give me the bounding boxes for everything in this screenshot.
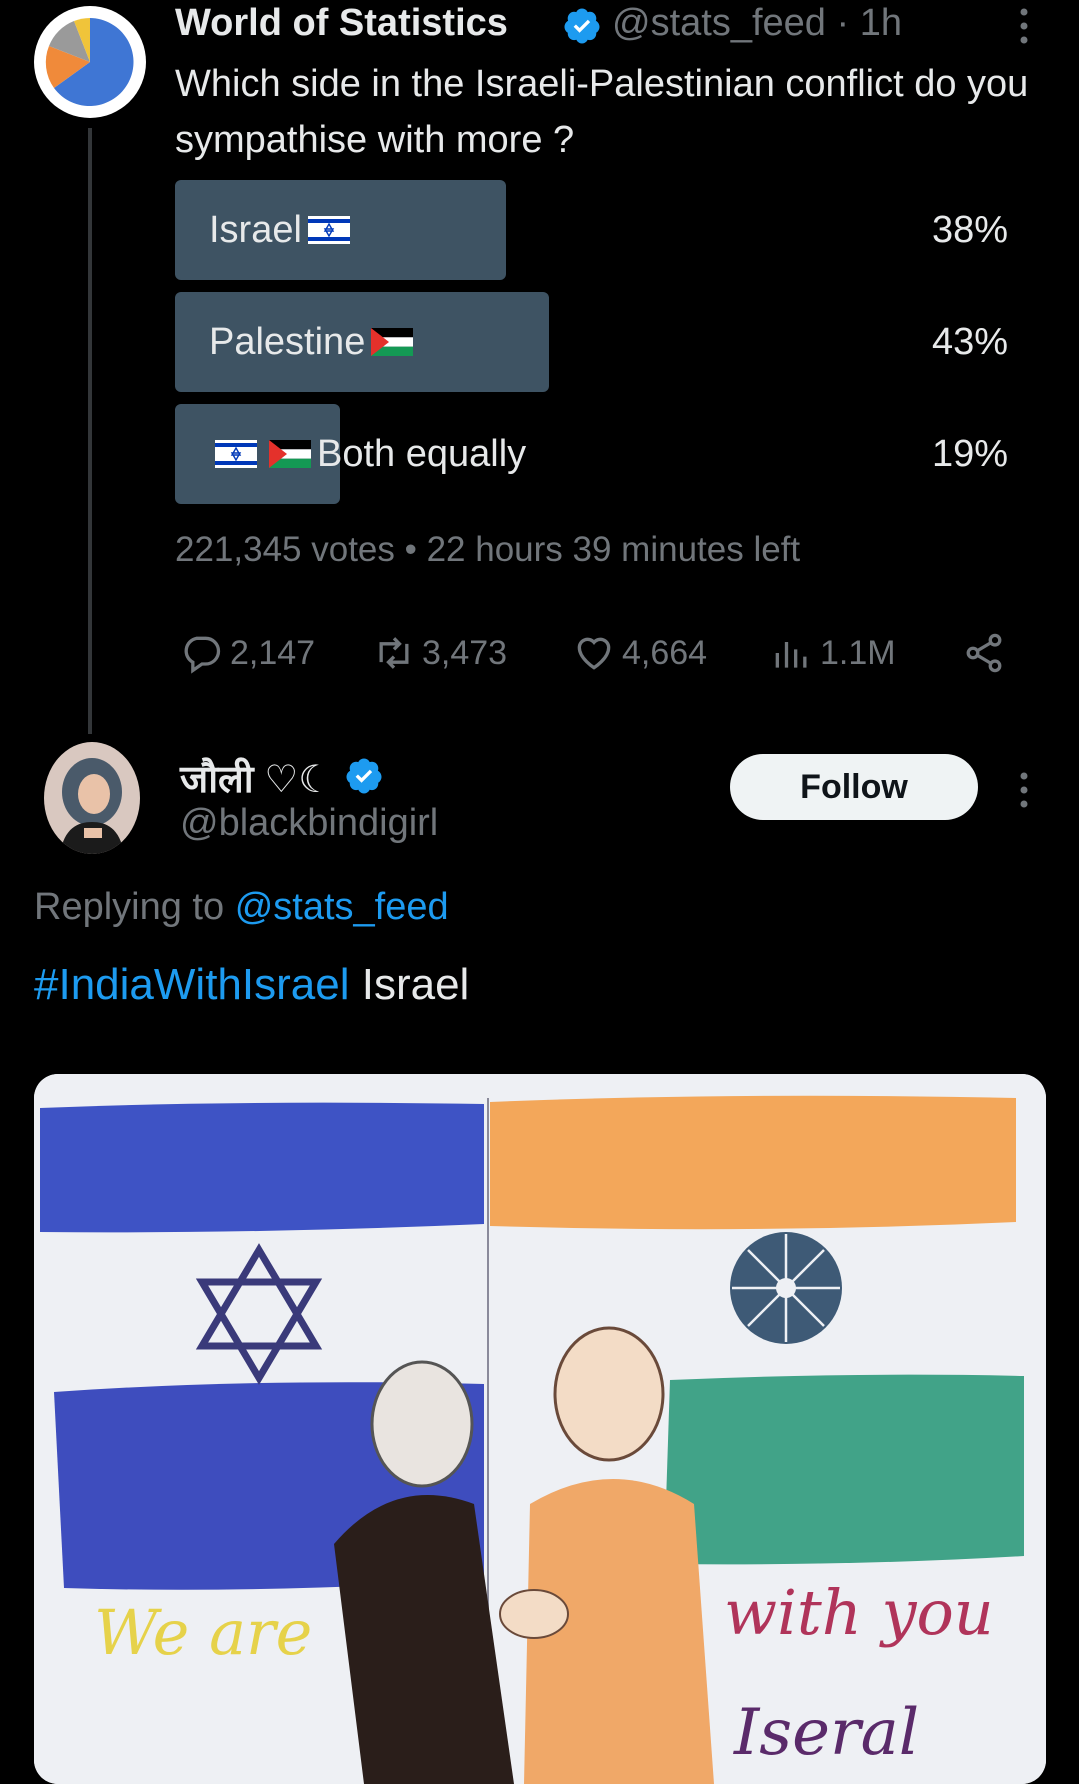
poll-option-label: Palestine [209, 292, 419, 392]
reply-icon [184, 636, 221, 674]
views-count: 1.1M [820, 633, 896, 672]
poll-option-percent: 43% [931, 321, 1008, 363]
author-handle[interactable]: @stats_feed · 1h [612, 2, 902, 45]
verified-badge-icon [564, 8, 600, 44]
replying-handle-link[interactable]: @stats_feed [235, 886, 449, 928]
tweet-body: Israel [361, 960, 470, 1009]
poll-option: Both equally 19% [175, 404, 1008, 504]
thread-line [88, 128, 92, 734]
blackbindigirl-avatar[interactable] [44, 742, 140, 854]
media-text-line2: with you [724, 1576, 994, 1649]
follow-button[interactable]: Follow [730, 754, 978, 820]
more-icon[interactable] [1012, 768, 1036, 812]
poll-option-text: Palestine [209, 321, 366, 363]
verified-badge-icon [346, 758, 382, 794]
hashtag-link[interactable]: #IndiaWithIsrael [34, 960, 349, 1009]
poll-option-text: Israel [209, 209, 302, 251]
retweet-icon [379, 637, 409, 669]
palestine-flag-icon [371, 328, 414, 356]
poll-option-text: Both equally [317, 433, 527, 475]
timestamp: · 1h [836, 2, 902, 44]
like-count: 4,664 [622, 633, 708, 672]
tweet-text: #IndiaWithIsrael Israel [34, 960, 469, 1010]
media-image[interactable]: We are with you Iseral [34, 1074, 1046, 1784]
stats-avatar[interactable] [34, 6, 146, 118]
poll-option-percent: 19% [931, 433, 1008, 475]
poll-option: Palestine 43% [175, 292, 1008, 392]
ashoka-chakra [730, 1232, 842, 1344]
poll-option-percent: 38% [931, 209, 1008, 251]
poll-option: Israel 38% [175, 180, 1008, 280]
tweet-text: Which side in the Israeli-Palestinian co… [175, 63, 1029, 161]
poll-footer: 221,345 votes • 22 hours 39 minutes left [175, 530, 801, 569]
author-handle[interactable]: @blackbindigirl [180, 802, 438, 845]
reply-button[interactable]: 2,147 [180, 630, 315, 676]
retweet-button[interactable]: 3,473 [372, 630, 507, 676]
israel-flag-icon [215, 440, 257, 468]
like-button[interactable]: 4,664 [572, 630, 707, 676]
views-button[interactable]: 1.1M [770, 630, 896, 676]
poll-option-label: Israel [209, 180, 356, 280]
more-icon[interactable] [1012, 4, 1036, 48]
reply-count: 2,147 [230, 633, 316, 672]
replying-prefix: Replying to [34, 886, 225, 928]
author-name[interactable]: जौली ♡☾ [180, 752, 332, 804]
share-button[interactable] [962, 630, 1012, 676]
like-icon [577, 637, 611, 670]
views-icon [775, 642, 807, 668]
profile-photo [44, 742, 140, 854]
media-text-line1: We are [94, 1596, 312, 1669]
replying-to: Replying to @stats_feed [34, 886, 449, 929]
poll-option-label: Both equally [209, 404, 526, 504]
pie-chart-avatar [40, 12, 140, 112]
author-name[interactable]: World of Statistics [175, 2, 508, 45]
israel-flag-icon [307, 216, 350, 244]
media-text-line3: Iseral [733, 1696, 919, 1770]
palestine-flag-icon [269, 440, 311, 468]
share-icon [966, 633, 1002, 673]
drawing-israel-india-flags: We are with you Iseral [34, 1074, 1046, 1784]
handle-text[interactable]: @stats_feed [612, 2, 826, 44]
retweet-count: 3,473 [422, 633, 508, 672]
